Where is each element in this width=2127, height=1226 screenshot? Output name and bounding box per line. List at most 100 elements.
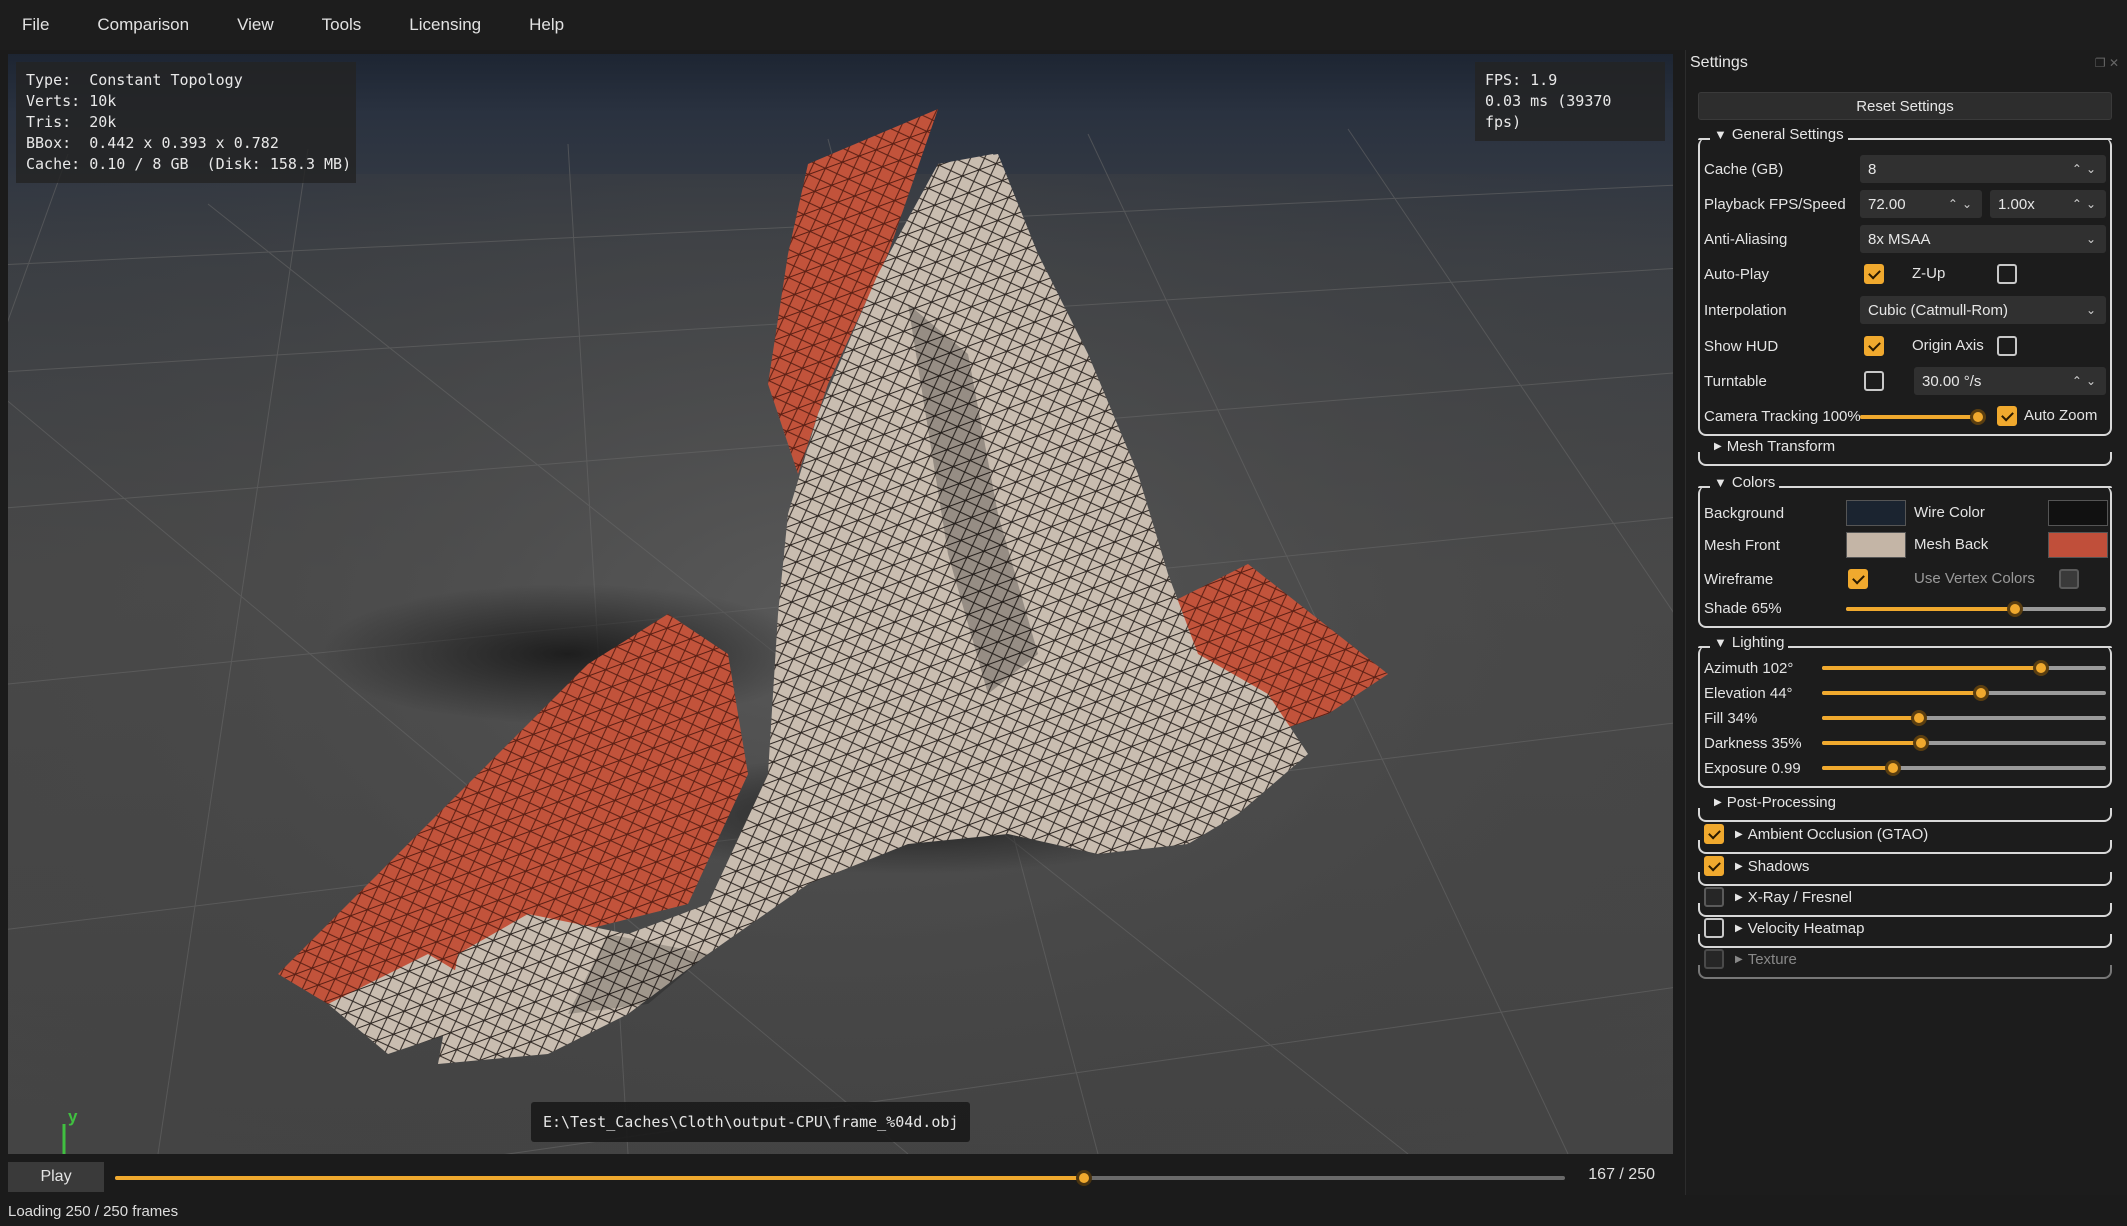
texture-header[interactable]: ▶ Texture: [1700, 949, 1801, 969]
tracking-label: Camera Tracking 100%: [1704, 407, 1861, 425]
mesh-back-swatch[interactable]: [2048, 532, 2108, 558]
settings-title: Settings: [1690, 54, 1748, 71]
autozoom-label: Auto Zoom: [2024, 407, 2098, 424]
ao-title: Ambient Occlusion (GTAO): [1747, 825, 1929, 843]
panel-controls: ❐ ✕: [2095, 56, 2119, 70]
playback-label: Playback FPS/Speed: [1704, 195, 1846, 213]
close-icon[interactable]: ✕: [2109, 56, 2119, 70]
hud-tris: Tris: 20k: [26, 113, 117, 131]
mesh-front-swatch[interactable]: [1846, 532, 1906, 558]
darkness-slider[interactable]: [1822, 735, 2106, 751]
autozoom-checkbox[interactable]: [1997, 406, 2017, 426]
elevation-fill: [1822, 691, 1982, 695]
vertex-colors-checkbox[interactable]: [2059, 569, 2079, 589]
xray-header[interactable]: ▶ X-Ray / Fresnel: [1700, 887, 1856, 907]
hud-type: Type: Constant Topology: [26, 71, 243, 89]
ao-checkbox[interactable]: [1704, 824, 1724, 844]
hud-fps-value: FPS: 1.9: [1485, 71, 1558, 89]
shade-slider[interactable]: [1846, 601, 2106, 617]
hud-fps: FPS: 1.9 0.03 ms (39370 fps): [1475, 62, 1665, 141]
menu-help[interactable]: Help: [529, 15, 564, 35]
general-settings-header[interactable]: ▼ General Settings: [1710, 126, 1848, 143]
spinner-arrows-icon[interactable]: ⌃⌄: [1948, 197, 1976, 211]
exposure-fill: [1822, 766, 1893, 770]
autoplay-checkbox[interactable]: [1864, 264, 1884, 284]
menu-file[interactable]: File: [22, 15, 49, 35]
wire-color-label: Wire Color: [1914, 504, 1985, 521]
colors-title: Colors: [1731, 474, 1776, 491]
fill-label: Fill 34%: [1704, 709, 1758, 727]
zup-checkbox[interactable]: [1997, 264, 2017, 284]
undock-icon[interactable]: ❐: [2095, 56, 2106, 70]
play-button[interactable]: Play: [8, 1162, 104, 1192]
interp-value: Cubic (Catmull-Rom): [1868, 301, 2009, 319]
fps-value: 72.00: [1868, 195, 1906, 213]
texture-checkbox[interactable]: [1704, 949, 1724, 969]
mesh-transform-header[interactable]: ▶ Mesh Transform: [1710, 438, 1840, 455]
background-color-swatch[interactable]: [1846, 500, 1906, 526]
viewport-3d[interactable]: Type: Constant Topology Verts: 10k Tris: 2…: [8, 54, 1673, 1154]
darkness-knob[interactable]: [1913, 735, 1930, 751]
tracking-fill: [1860, 415, 1978, 419]
shadows-title: Shadows: [1747, 857, 1810, 875]
group-shadows: ▶ Shadows: [1698, 856, 2112, 886]
interp-select[interactable]: Cubic (Catmull-Rom) ⌄: [1860, 296, 2106, 324]
azimuth-knob[interactable]: [2032, 660, 2049, 676]
shade-knob[interactable]: [2007, 601, 2023, 617]
collapse-triangle-icon: ▶: [1735, 860, 1743, 872]
hud-stats: Type: Constant Topology Verts: 10k Tris: 2…: [16, 62, 356, 183]
azimuth-label: Azimuth 102°: [1704, 659, 1794, 677]
tracking-slider[interactable]: [1860, 409, 1986, 425]
exposure-knob[interactable]: [1885, 760, 1901, 776]
fill-slider[interactable]: [1822, 710, 2106, 726]
spinner-arrows-icon[interactable]: ⌃⌄: [2072, 162, 2100, 176]
spinner-arrows-icon[interactable]: ⌃⌄: [2072, 197, 2100, 211]
aa-value: 8x MSAA: [1868, 230, 1931, 248]
cache-input[interactable]: 8 ⌃⌄: [1860, 155, 2106, 183]
velocity-checkbox[interactable]: [1704, 918, 1724, 938]
wireframe-checkbox[interactable]: [1848, 569, 1868, 589]
menu-comparison[interactable]: Comparison: [97, 15, 189, 35]
shade-label: Shade 65%: [1704, 599, 1782, 617]
colors-header[interactable]: ▼ Colors: [1710, 474, 1780, 491]
menu-licensing[interactable]: Licensing: [409, 15, 481, 35]
azimuth-slider[interactable]: [1822, 660, 2106, 676]
elevation-knob[interactable]: [1973, 685, 1990, 701]
tracking-knob[interactable]: [1970, 409, 1986, 425]
menu-view[interactable]: View: [237, 15, 274, 35]
shadows-header[interactable]: ▶ Shadows: [1700, 856, 1814, 876]
timeline-slider[interactable]: [115, 1170, 1565, 1186]
post-processing-title: Post-Processing: [1726, 794, 1836, 811]
speed-input[interactable]: 1.00x ⌃⌄: [1990, 190, 2106, 218]
showhud-label: Show HUD: [1704, 337, 1779, 355]
timeline-knob[interactable]: [1075, 1170, 1092, 1186]
axis-y-label: y: [68, 1107, 78, 1126]
velocity-header[interactable]: ▶ Velocity Heatmap: [1700, 918, 1869, 938]
wire-color-swatch[interactable]: [2048, 500, 2108, 526]
hud-cache: Cache: 0.10 / 8 GB (Disk: 158.3 MB): [26, 155, 352, 173]
turntable-checkbox[interactable]: [1864, 371, 1884, 391]
menu-tools[interactable]: Tools: [322, 15, 362, 35]
fill-knob[interactable]: [1910, 710, 1927, 726]
xray-checkbox[interactable]: [1704, 887, 1724, 907]
shadows-checkbox[interactable]: [1704, 856, 1724, 876]
post-processing-header[interactable]: ▶ Post-Processing: [1710, 794, 1840, 811]
group-general-settings: ▼ General Settings Cache (GB) 8 ⌃⌄ Playbac…: [1698, 126, 2112, 436]
exposure-slider[interactable]: [1822, 760, 2106, 776]
expand-triangle-icon: ▼: [1714, 635, 1727, 650]
ao-header[interactable]: ▶ Ambient Occlusion (GTAO): [1700, 824, 1933, 844]
frame-counter: 167 / 250: [1588, 1166, 1655, 1183]
turntable-input[interactable]: 30.00 °/s ⌃⌄: [1914, 367, 2106, 395]
origin-axis-checkbox[interactable]: [1997, 336, 2017, 356]
elevation-slider[interactable]: [1822, 685, 2106, 701]
lighting-header[interactable]: ▼ Lighting: [1710, 634, 1789, 651]
showhud-checkbox[interactable]: [1864, 336, 1884, 356]
spinner-arrows-icon[interactable]: ⌃⌄: [2072, 374, 2100, 388]
hud-bbox: BBox: 0.442 x 0.393 x 0.782: [26, 134, 279, 152]
mesh-front-label: Mesh Front: [1704, 536, 1780, 554]
fps-input[interactable]: 72.00 ⌃⌄: [1860, 190, 1982, 218]
vertex-colors-label: Use Vertex Colors: [1914, 570, 2035, 587]
aa-select[interactable]: 8x MSAA ⌄: [1860, 225, 2106, 253]
reset-settings-button[interactable]: Reset Settings: [1698, 92, 2112, 120]
timeline-progress: [115, 1176, 1084, 1180]
